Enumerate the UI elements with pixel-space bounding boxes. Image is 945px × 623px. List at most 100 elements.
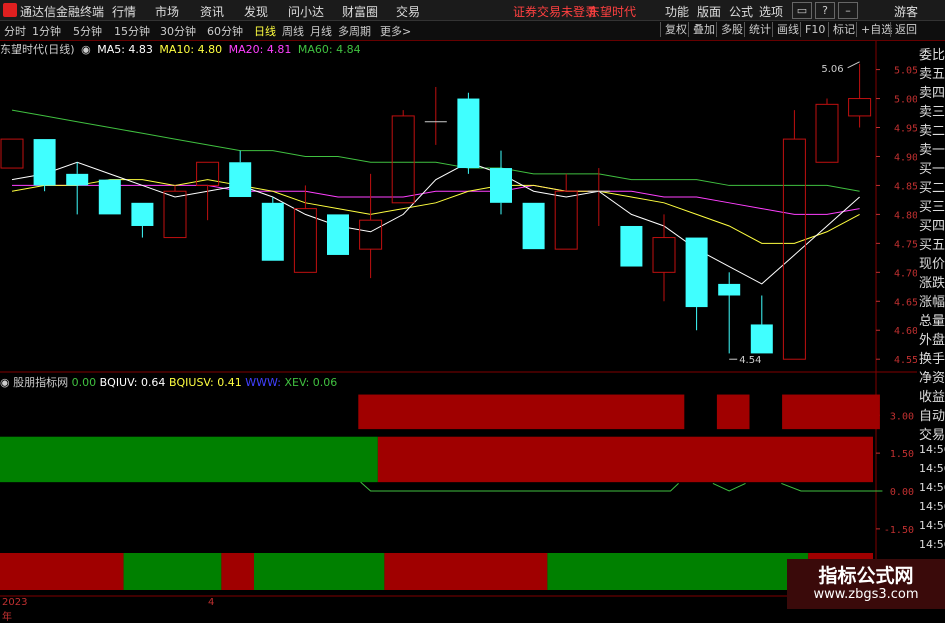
candle <box>685 237 708 308</box>
candle <box>522 202 545 250</box>
side-item-3[interactable]: 卖三 <box>919 101 945 120</box>
side-item-21[interactable]: 14:56 <box>919 443 945 456</box>
indicator-name[interactable]: 股朋指标网 <box>13 376 68 389</box>
indicator-www: WWW: <box>245 376 281 389</box>
indicator-red-block <box>716 394 750 430</box>
price-tick-label: 4.80 <box>894 210 917 221</box>
indicator-red-block <box>358 394 685 430</box>
bottom-block <box>221 553 254 590</box>
side-item-20[interactable]: 交易 <box>919 424 945 443</box>
side-item-0[interactable]: 委比 <box>919 44 945 63</box>
candle <box>750 324 773 354</box>
high-pointer <box>847 61 860 69</box>
candle <box>490 168 512 203</box>
legend-ma5: MA5: 4.83 <box>97 43 153 56</box>
side-item-16[interactable]: 换手 <box>919 348 945 367</box>
bottom-block <box>0 553 124 590</box>
indicator-tick-label: 1.50 <box>890 449 914 460</box>
price-tick-label: 4.60 <box>894 326 917 337</box>
indicator-bqiuv: BQIUV: 0.64 <box>99 376 166 389</box>
candle <box>718 283 741 296</box>
candle <box>457 98 480 169</box>
bottom-block <box>123 553 222 590</box>
indicator-xev: XEV: 0.06 <box>284 376 338 389</box>
side-item-25[interactable]: 14:56 <box>919 519 945 532</box>
side-item-1[interactable]: 卖五 <box>919 63 945 82</box>
kline-chart[interactable]: 5.05 5.00 4.95 4.90 4.85 4.80 4.75 4.70 4.65 4.60… <box>0 0 917 609</box>
watermark: 指标公式网 www.zbgs3.com <box>787 559 945 609</box>
side-item-5[interactable]: 卖一 <box>919 139 945 158</box>
side-item-11[interactable]: 现价 <box>919 253 945 272</box>
candle <box>391 115 415 204</box>
side-item-26[interactable]: 14:56 <box>919 538 945 551</box>
legend-ma10: MA10: 4.80 <box>159 43 223 56</box>
side-item-7[interactable]: 买二 <box>919 177 945 196</box>
side-item-4[interactable]: 卖二 <box>919 120 945 139</box>
watermark-title: 指标公式网 <box>818 565 914 587</box>
quote-side-panel: 委比 卖五 卖四 卖三 卖二 卖一 买一 买二 买三 买四 买五 现价 涨跌 涨幅 总量 外盘 换手 净资 收益 自动… <box>917 41 945 609</box>
indicator-v0: 0.00 <box>71 376 97 389</box>
candle <box>66 173 89 186</box>
candle <box>620 225 643 267</box>
xev-line <box>781 482 883 492</box>
high-label: 5.06 <box>821 64 843 75</box>
legend-toggle-icon[interactable]: ◉ <box>81 43 91 56</box>
ma-legend: 东望时代(日线) ◉ MA5: 4.83 MA10: 4.80 MA20: 4.… <box>0 41 364 57</box>
candle <box>163 190 187 239</box>
candle <box>359 219 383 250</box>
side-item-8[interactable]: 买三 <box>919 196 945 215</box>
side-item-18[interactable]: 收益 <box>919 386 945 405</box>
candle <box>229 162 252 198</box>
side-item-15[interactable]: 外盘 <box>919 329 945 348</box>
candle <box>131 202 154 226</box>
side-item-12[interactable]: 涨跌 <box>919 272 945 291</box>
side-item-6[interactable]: 买一 <box>919 158 945 177</box>
price-tick-label: 4.90 <box>894 152 917 163</box>
candle <box>196 161 220 186</box>
price-tick-label: 4.95 <box>894 124 917 135</box>
side-item-22[interactable]: 14:56 <box>919 462 945 475</box>
indicator-tick-label: 0.00 <box>890 487 914 498</box>
candle <box>815 103 839 163</box>
legend-ma20: MA20: 4.81 <box>228 43 292 56</box>
indicator-red-band <box>377 436 873 483</box>
candle <box>33 139 56 186</box>
price-tick-label: 5.05 <box>894 66 917 77</box>
side-item-17[interactable]: 净资 <box>919 367 945 386</box>
bottom-block <box>384 553 548 590</box>
side-item-10[interactable]: 买五 <box>919 234 945 253</box>
time-axis-month: 4 <box>208 597 215 608</box>
indicator-tick-label: 3.00 <box>890 411 914 422</box>
candle <box>293 208 317 273</box>
indicator-tick-label: -1.50 <box>884 525 914 536</box>
indicator-toggle-icon[interactable]: ◉ <box>0 376 10 389</box>
side-item-19[interactable]: 自动 <box>919 405 945 424</box>
side-item-24[interactable]: 14:56 <box>919 500 945 513</box>
xev-line <box>712 482 746 492</box>
watermark-url: www.zbgs3.com <box>813 587 919 602</box>
indicator-red-block <box>782 394 880 430</box>
side-item-13[interactable]: 涨幅 <box>919 291 945 310</box>
legend-ma60: MA60: 4.84 <box>297 43 361 56</box>
indicator-bqiusv: BQIUSV: 0.41 <box>168 376 242 389</box>
indicator-green-band <box>0 436 378 483</box>
candle <box>0 138 24 169</box>
bottom-block <box>547 553 809 590</box>
candle <box>261 202 284 261</box>
side-item-23[interactable]: 14:56 <box>919 481 945 494</box>
candle <box>848 98 872 117</box>
price-tick-label: 4.70 <box>894 268 917 279</box>
candle <box>327 214 349 255</box>
low-label: 4.54 <box>739 355 761 366</box>
bottom-block <box>253 553 385 590</box>
time-axis-year: 2023年 <box>2 597 28 623</box>
side-item-2[interactable]: 卖四 <box>919 82 945 101</box>
price-tick-label: 4.65 <box>894 297 917 308</box>
side-item-14[interactable]: 总量 <box>919 310 945 329</box>
candle <box>98 179 121 215</box>
side-item-9[interactable]: 买四 <box>919 215 945 234</box>
candle <box>782 138 806 360</box>
chart-title: 东望时代(日线) <box>0 43 75 56</box>
price-tick-label: 4.55 <box>894 355 917 366</box>
candle <box>554 190 578 250</box>
